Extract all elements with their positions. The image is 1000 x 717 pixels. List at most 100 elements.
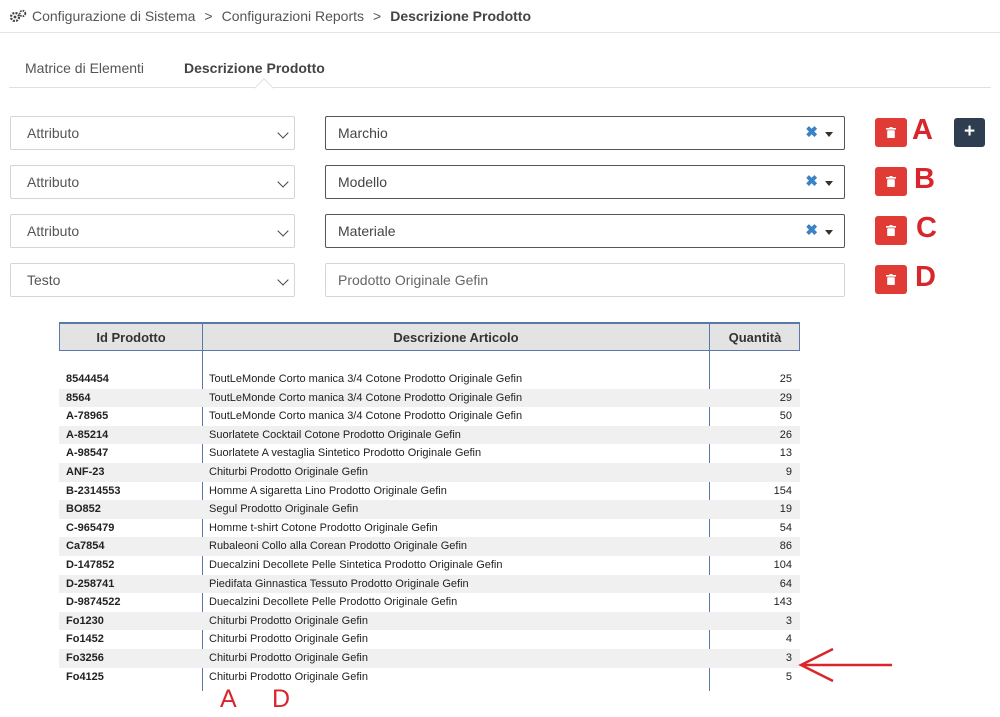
table-row[interactable]: C-965479 Homme t-shirt Cotone Prodotto Or… <box>59 519 800 538</box>
chevron-down-icon <box>277 176 289 188</box>
cell-quantity: 5 <box>785 670 792 683</box>
plus-icon: + <box>963 121 976 142</box>
type-select[interactable]: Attributo <box>10 214 295 248</box>
cell-quantity: 4 <box>785 633 792 646</box>
table-row[interactable]: ANF-23 Chiturbi Prodotto Originale Gefin 9 <box>59 462 800 482</box>
column-header-description[interactable]: Descrizione Articolo <box>203 324 710 351</box>
breadcrumb-item-system[interactable]: Configurazione di Sistema <box>32 8 195 24</box>
cell-id: Fo3256 <box>66 651 104 664</box>
close-icon[interactable]: ✖ <box>805 123 818 141</box>
table-row[interactable]: BO852 Segul Prodotto Originale Gefin 19 <box>59 500 800 519</box>
table-row[interactable]: Fo1230 Chiturbi Prodotto Originale Gefin 3 <box>59 611 800 631</box>
add-row-button[interactable]: + <box>954 118 985 147</box>
delete-button[interactable] <box>875 167 907 196</box>
cell-quantity: 9 <box>785 465 792 478</box>
table-row[interactable]: B-2314553 Homme A sigaretta Lino Prodotto… <box>59 482 800 501</box>
annotation-letter: B <box>914 163 935 195</box>
attribute-select[interactable]: Marchio ✖ <box>325 116 845 150</box>
trash-icon <box>886 127 896 138</box>
annotation-letter: D <box>272 685 291 713</box>
cell-id: A-78965 <box>66 410 109 423</box>
table-row[interactable]: Fo4125 Chiturbi Prodotto Originale Gefin 5 <box>59 668 800 687</box>
cell-id: 8564 <box>66 391 91 404</box>
table-row[interactable]: Ca7854 Rubaleoni Collo alla Corean Prodot… <box>59 537 800 556</box>
dropdown-caret-icon[interactable] <box>825 181 833 186</box>
tab-descrizione-prodotto[interactable]: Descrizione Prodotto <box>184 60 325 76</box>
attribute-select[interactable]: Materiale ✖ <box>325 214 845 248</box>
chevron-down-icon <box>277 225 289 237</box>
cell-id: 8544454 <box>66 373 109 385</box>
delete-button[interactable] <box>875 265 907 294</box>
dropdown-caret-icon[interactable] <box>825 230 833 235</box>
cell-description: Chiturbi Prodotto Originale Gefin <box>209 651 368 664</box>
breadcrumb-item-reports[interactable]: Configurazioni Reports <box>222 8 364 24</box>
type-select[interactable]: Attributo <box>10 116 295 150</box>
cell-description: ToutLeMonde Corto manica 3/4 Cotone Prod… <box>209 373 523 385</box>
cell-quantity: 54 <box>779 521 792 534</box>
cell-description: Suorlatete Cocktail Cotone Prodotto Orig… <box>209 428 461 441</box>
column-header-id[interactable]: Id Prodotto <box>60 324 203 351</box>
free-text-input[interactable]: Prodotto Originale Gefin <box>325 263 845 297</box>
attribute-select[interactable]: Modello ✖ <box>325 165 845 199</box>
dropdown-caret-icon[interactable] <box>825 132 833 137</box>
cell-quantity: 50 <box>779 410 792 423</box>
table-row[interactable]: D-258741 Piedifata Ginnastica Tessuto Pro… <box>59 574 800 594</box>
annotation-letter: A <box>912 114 933 146</box>
type-select-value: Attributo <box>27 223 80 239</box>
table-row[interactable]: 8564 ToutLeMonde Corto manica 3/4 Cotone … <box>59 388 800 408</box>
cell-quantity: 26 <box>779 428 792 441</box>
cell-id: A-98547 <box>66 447 109 460</box>
cell-quantity: 3 <box>785 651 792 664</box>
chevron-down-icon <box>277 274 289 286</box>
table-row[interactable]: A-98547 Suorlatete A vestaglia Sintetico … <box>59 444 800 463</box>
table-row[interactable]: D-147852 Duecalzini Decollete Pelle Sinte… <box>59 556 800 575</box>
type-select-value: Attributo <box>27 125 80 141</box>
cell-description: Suorlatete A vestaglia Sintetico Prodott… <box>209 447 482 460</box>
cell-quantity: 13 <box>779 447 792 460</box>
table-row[interactable]: A-85214 Suorlatete Cocktail Cotone Prodot… <box>59 425 800 445</box>
cell-quantity: 19 <box>779 503 792 516</box>
cell-id: D-258741 <box>66 577 115 590</box>
table-row[interactable]: Fo1452 Chiturbi Prodotto Originale Gefin 4 <box>59 630 800 649</box>
trash-icon <box>886 225 896 236</box>
active-tab-indicator <box>254 78 274 98</box>
breadcrumb: Configurazione di Sistema > Configurazio… <box>0 0 1000 33</box>
tab-bar: Matrice di Elementi Descrizione Prodotto <box>9 52 991 98</box>
gears-icon <box>9 9 27 23</box>
type-select[interactable]: Testo <box>10 263 295 297</box>
delete-button[interactable] <box>875 216 907 245</box>
cell-description: Duecalzini Decollete Pelle Sintetica Pro… <box>209 558 503 571</box>
cell-quantity: 64 <box>779 577 792 590</box>
description-row: Attributo Marchio ✖ A + <box>0 114 1000 150</box>
annotation-letter: A <box>220 685 237 713</box>
close-icon[interactable]: ✖ <box>805 172 818 190</box>
type-select[interactable]: Attributo <box>10 165 295 199</box>
table-row[interactable]: D-9874522 Duecalzini Decollete Pelle Prod… <box>59 593 800 612</box>
tab-matrice-elementi[interactable]: Matrice di Elementi <box>25 60 144 76</box>
delete-button[interactable] <box>875 118 907 147</box>
table-row[interactable]: 8544454 ToutLeMonde Corto manica 3/4 Coto… <box>59 370 800 389</box>
cell-description: Duecalzini Decollete Pelle Prodotto Orig… <box>209 596 458 609</box>
cell-description: Homme A sigaretta Lino Prodotto Original… <box>209 484 447 497</box>
close-icon[interactable]: ✖ <box>805 221 818 239</box>
cell-description: ToutLeMonde Corto manica 3/4 Cotone Prod… <box>209 391 523 404</box>
annotation-letter: C <box>916 212 937 244</box>
column-header-quantity[interactable]: Quantità <box>710 324 800 351</box>
description-row: Attributo Modello ✖ B <box>0 163 1000 199</box>
attribute-select-value: Materiale <box>338 223 396 239</box>
cell-quantity: 143 <box>773 596 792 609</box>
cell-quantity: 86 <box>779 540 792 553</box>
cell-description: Rubaleoni Collo alla Corean Prodotto Ori… <box>209 540 468 553</box>
breadcrumb-separator: > <box>373 8 382 24</box>
cell-quantity: 29 <box>779 391 792 404</box>
description-row: Attributo Materiale ✖ C <box>0 212 1000 248</box>
grid-body: 8544454 ToutLeMonde Corto manica 3/4 Coto… <box>59 370 800 686</box>
cell-description: ToutLeMonde Corto manica 3/4 Cotone Prod… <box>209 410 523 423</box>
type-select-value: Testo <box>27 272 61 288</box>
table-row[interactable]: Fo3256 Chiturbi Prodotto Originale Gefin 3 <box>59 648 800 668</box>
table-row[interactable]: A-78965 ToutLeMonde Corto manica 3/4 Coto… <box>59 407 800 426</box>
breadcrumb-separator: > <box>204 8 213 24</box>
cell-description: Chiturbi Prodotto Originale Gefin <box>209 633 368 646</box>
cell-description: Piedifata Ginnastica Tessuto Prodotto Or… <box>209 577 469 590</box>
cell-id: BO852 <box>66 503 101 516</box>
